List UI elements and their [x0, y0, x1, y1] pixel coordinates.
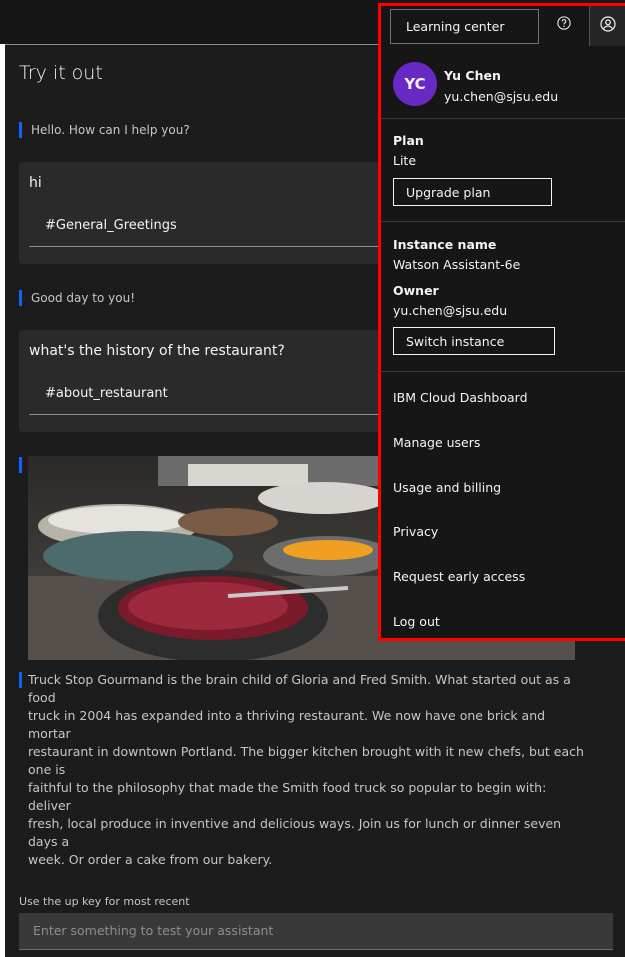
- help-icon[interactable]: [557, 16, 571, 30]
- user-menu-dropdown: Learning center YC Yu Chen yu.chen@sjsu.…: [378, 3, 625, 641]
- plan-value: Lite: [393, 153, 417, 168]
- menu-item-privacy[interactable]: Privacy: [393, 524, 438, 539]
- text-line: truck in 2004 has expanded into a thrivi…: [28, 708, 546, 741]
- message-input-container: [19, 913, 613, 950]
- user-message-card: what's the history of the restaurant? #a…: [19, 330, 424, 432]
- user-message-text: what's the history of the restaurant?: [29, 343, 285, 359]
- bot-message: Good day to you!: [19, 290, 135, 306]
- learning-center-label: Learning center: [406, 19, 505, 34]
- owner-label: Owner: [393, 283, 439, 298]
- menu-divider: [381, 118, 625, 119]
- switch-instance-button[interactable]: Switch instance: [393, 327, 555, 355]
- avatar: YC: [393, 62, 437, 106]
- intent-label: #about_restaurant: [45, 386, 168, 401]
- intent-selector[interactable]: #about_restaurant: [29, 374, 424, 415]
- intent-selector[interactable]: #General_Greetings: [29, 206, 424, 247]
- text-line: Truck Stop Gourmand is the brain child o…: [28, 672, 571, 705]
- menu-item-request-early-access[interactable]: Request early access: [393, 569, 525, 584]
- text-line: faithful to the philosophy that made the…: [28, 780, 547, 813]
- learning-center-button[interactable]: Learning center: [390, 9, 539, 44]
- bot-message-marker: [19, 457, 22, 473]
- bot-message: Hello. How can I help you?: [19, 122, 190, 138]
- owner-value: yu.chen@sjsu.edu: [393, 303, 508, 318]
- text-line: restaurant in downtown Portland. The big…: [28, 744, 584, 777]
- user-email: yu.chen@sjsu.edu: [444, 89, 559, 104]
- switch-instance-label: Switch instance: [406, 334, 505, 349]
- user-avatar-icon: [600, 16, 616, 32]
- bot-message-long: Truck Stop Gourmand is the brain child o…: [19, 671, 588, 869]
- user-message-card: hi #General_Greetings: [19, 162, 424, 264]
- plan-label: Plan: [393, 133, 424, 148]
- menu-divider: [381, 221, 625, 222]
- message-input[interactable]: [19, 913, 593, 947]
- text-line: fresh, local produce in inventive and de…: [28, 816, 562, 849]
- menu-item-ibm-cloud-dashboard[interactable]: IBM Cloud Dashboard: [393, 390, 528, 405]
- instance-name-label: Instance name: [393, 237, 497, 252]
- intent-label: #General_Greetings: [45, 218, 177, 233]
- menu-item-manage-users[interactable]: Manage users: [393, 435, 480, 450]
- text-line: week. Or order a cake from our bakery.: [28, 852, 273, 867]
- upgrade-plan-button[interactable]: Upgrade plan: [393, 178, 552, 206]
- user-message-text: hi: [29, 175, 42, 191]
- menu-item-log-out[interactable]: Log out: [393, 614, 440, 629]
- menu-divider: [381, 371, 625, 372]
- input-hint: Use the up key for most recent: [19, 895, 190, 908]
- panel-divider: [5, 44, 425, 45]
- user-name: Yu Chen: [444, 68, 501, 83]
- user-avatar-button[interactable]: [589, 6, 625, 46]
- upgrade-plan-label: Upgrade plan: [406, 185, 491, 200]
- panel-title: Try it out: [19, 62, 103, 84]
- menu-item-usage-billing[interactable]: Usage and billing: [393, 480, 501, 495]
- instance-name-value: Watson Assistant-6e: [393, 257, 521, 272]
